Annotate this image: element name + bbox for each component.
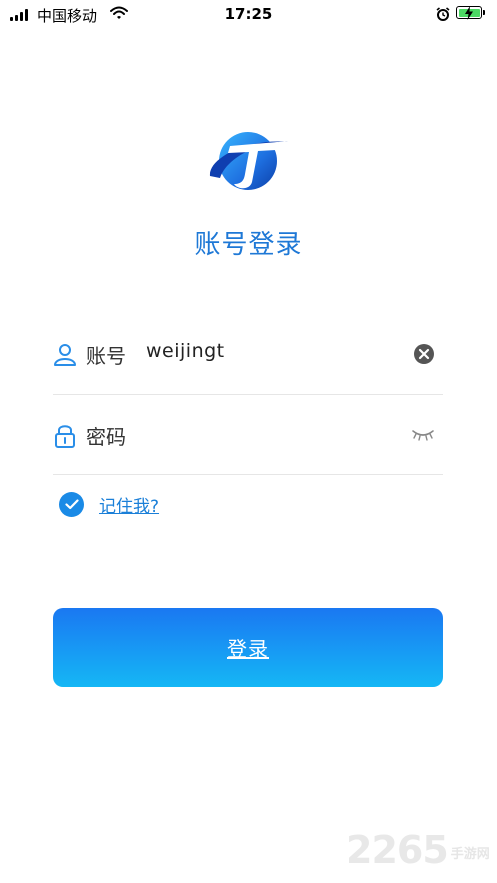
app-logo-icon xyxy=(208,128,290,194)
watermark-site: 手游网 xyxy=(450,847,490,862)
eye-closed-icon[interactable] xyxy=(411,427,435,446)
status-time: 17:25 xyxy=(224,5,273,23)
clear-icon[interactable] xyxy=(413,343,435,369)
battery-nub xyxy=(483,10,485,15)
account-divider xyxy=(53,394,443,395)
status-bar: 中国移动 17:25 xyxy=(0,0,497,30)
account-input[interactable]: weijingt xyxy=(146,340,225,362)
account-field-row[interactable]: 账号 weijingt xyxy=(53,334,443,374)
password-field-row[interactable]: 密码 xyxy=(53,415,443,455)
checkmark-icon[interactable] xyxy=(59,491,84,517)
account-label: 账号 xyxy=(86,344,126,368)
password-divider xyxy=(53,474,443,475)
login-button-label: 登录 xyxy=(227,637,269,661)
remember-me[interactable]: 记住我? xyxy=(59,490,159,518)
user-icon xyxy=(53,342,77,370)
page-title: 账号登录 xyxy=(194,230,303,260)
charging-bolt-icon xyxy=(464,5,474,24)
watermark-number: 2265 xyxy=(346,828,449,872)
watermark: 2265 手游网 xyxy=(346,826,490,870)
password-label: 密码 xyxy=(86,425,126,449)
lock-icon xyxy=(53,423,77,453)
alarm-icon xyxy=(436,6,450,25)
remember-me-label[interactable]: 记住我? xyxy=(99,492,159,517)
login-button[interactable]: 登录 xyxy=(53,608,443,687)
